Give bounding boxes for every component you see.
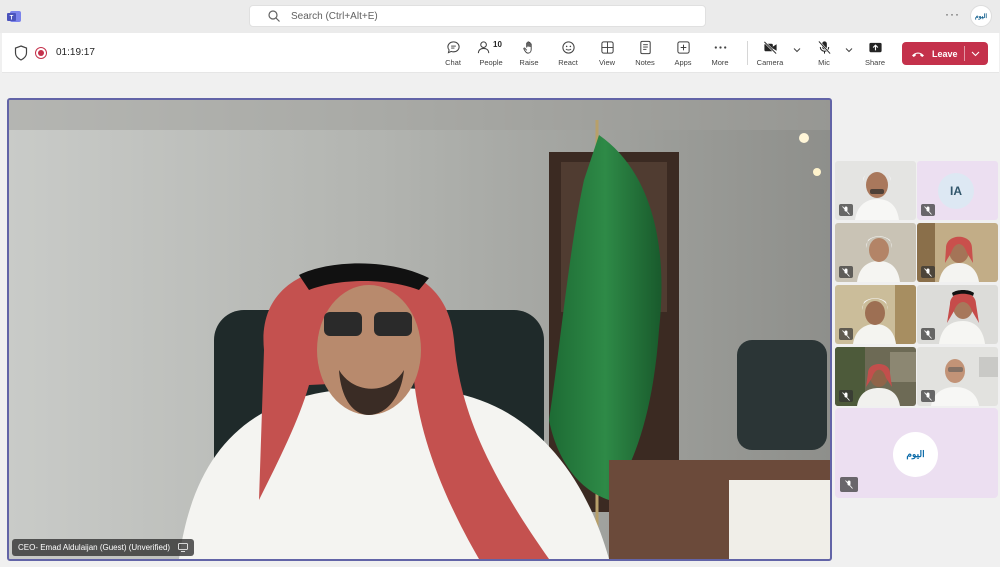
chat-label: Chat — [445, 58, 461, 67]
search-bar[interactable]: Search (Ctrl+Alt+E) — [249, 5, 706, 27]
mic-label: Mic — [818, 58, 830, 67]
search-input[interactable]: Search (Ctrl+Alt+E) — [291, 11, 378, 22]
apps-label: Apps — [674, 58, 692, 67]
people-button[interactable]: 10 People — [471, 38, 511, 70]
main-video-stage[interactable]: CEO- Emad Aldulaijan (Guest) (Unverified… — [7, 98, 832, 561]
react-label: React — [558, 58, 578, 67]
participant-tile[interactable] — [917, 223, 998, 282]
leave-button[interactable]: Leave — [902, 42, 988, 65]
people-label: People — [479, 58, 503, 67]
participant-tile[interactable] — [835, 223, 916, 282]
mic-off-icon — [842, 329, 850, 339]
camera-options-chevron-icon[interactable] — [792, 45, 802, 55]
view-label: View — [598, 58, 616, 67]
mic-off-icon — [842, 391, 850, 401]
mic-options-chevron-icon[interactable] — [844, 45, 854, 55]
muted-badge — [839, 390, 853, 402]
muted-badge — [921, 266, 935, 278]
recording-icon — [35, 47, 47, 59]
muted-badge — [840, 477, 858, 492]
mic-button[interactable]: Mic — [804, 38, 844, 70]
mic-off-icon — [924, 329, 932, 339]
share-icon — [868, 42, 882, 53]
leave-divider — [964, 46, 965, 61]
people-icon — [477, 41, 490, 54]
mic-off-icon — [845, 480, 853, 489]
view-button[interactable]: View — [587, 38, 627, 70]
svg-text:T: T — [10, 16, 14, 22]
react-button[interactable]: React — [548, 38, 588, 70]
speaker-video — [9, 100, 830, 559]
search-icon — [268, 10, 280, 22]
shield-icon[interactable] — [14, 45, 28, 61]
notes-button[interactable]: Notes — [625, 38, 665, 70]
leave-label: Leave — [932, 48, 958, 59]
camera-button[interactable]: Camera — [750, 38, 790, 70]
title-bar: T Search (Ctrl+Alt+E) ··· اليوم — [0, 0, 1000, 33]
more-label: More — [711, 58, 729, 67]
notes-label: Notes — [635, 58, 655, 67]
participant-initials: IA — [950, 184, 962, 198]
raise-hand-button[interactable]: Raise — [509, 38, 549, 70]
chat-button[interactable]: Chat — [433, 38, 473, 70]
meeting-timer: 01:19:17 — [56, 47, 95, 58]
participant-tile[interactable]: اليوم — [835, 408, 998, 498]
muted-badge — [921, 204, 935, 216]
participant-tile[interactable] — [917, 285, 998, 344]
profile-avatar-label: اليوم — [974, 13, 988, 20]
mic-off-icon — [924, 205, 932, 215]
plus-icon — [676, 41, 690, 54]
mic-off-icon — [817, 40, 831, 55]
participant-tile[interactable]: IA — [917, 161, 998, 220]
meeting-toolbar: 01:19:17 Chat 10 People Raise React View… — [2, 33, 999, 73]
speaker-name-tag: CEO- Emad Aldulaijan (Guest) (Unverified… — [12, 539, 195, 556]
camera-label: Camera — [756, 58, 784, 67]
participant-avatar: اليوم — [893, 432, 938, 477]
speaker-name: CEO- Emad Aldulaijan (Guest) (Unverified… — [18, 543, 171, 552]
mic-off-icon — [924, 391, 932, 401]
participant-avatar-label: اليوم — [906, 449, 925, 459]
smiley-icon — [561, 41, 575, 54]
participant-tile[interactable] — [835, 285, 916, 344]
share-button[interactable]: Share — [855, 38, 895, 70]
leave-options-chevron-icon[interactable] — [970, 48, 981, 59]
mic-off-icon — [924, 267, 932, 277]
teams-logo-icon[interactable]: T — [6, 8, 22, 24]
muted-badge — [839, 204, 853, 216]
apps-button[interactable]: Apps — [663, 38, 703, 70]
camera-off-icon — [763, 41, 777, 55]
grid-icon — [600, 41, 614, 54]
notes-icon — [639, 40, 651, 55]
content-share-icon — [178, 543, 188, 552]
ellipsis-icon — [714, 46, 726, 49]
mic-off-icon — [842, 205, 850, 215]
more-button[interactable]: More — [700, 38, 740, 70]
hang-up-icon — [912, 52, 924, 57]
muted-badge — [921, 390, 935, 402]
participant-tile[interactable] — [917, 347, 998, 406]
more-options-button[interactable]: ··· — [945, 7, 960, 21]
share-label: Share — [864, 58, 885, 67]
profile-avatar[interactable]: اليوم — [970, 5, 992, 27]
people-count: 10 — [493, 40, 502, 49]
toolbar-divider — [747, 41, 748, 65]
hand-icon — [522, 41, 532, 54]
muted-badge — [839, 328, 853, 340]
muted-badge — [839, 266, 853, 278]
muted-badge — [921, 328, 935, 340]
chat-icon — [446, 41, 460, 54]
participant-tile[interactable] — [835, 347, 916, 406]
participant-tile[interactable] — [835, 161, 916, 220]
participant-avatar: IA — [938, 173, 974, 209]
raise-label: Raise — [519, 58, 539, 67]
mic-off-icon — [842, 267, 850, 277]
